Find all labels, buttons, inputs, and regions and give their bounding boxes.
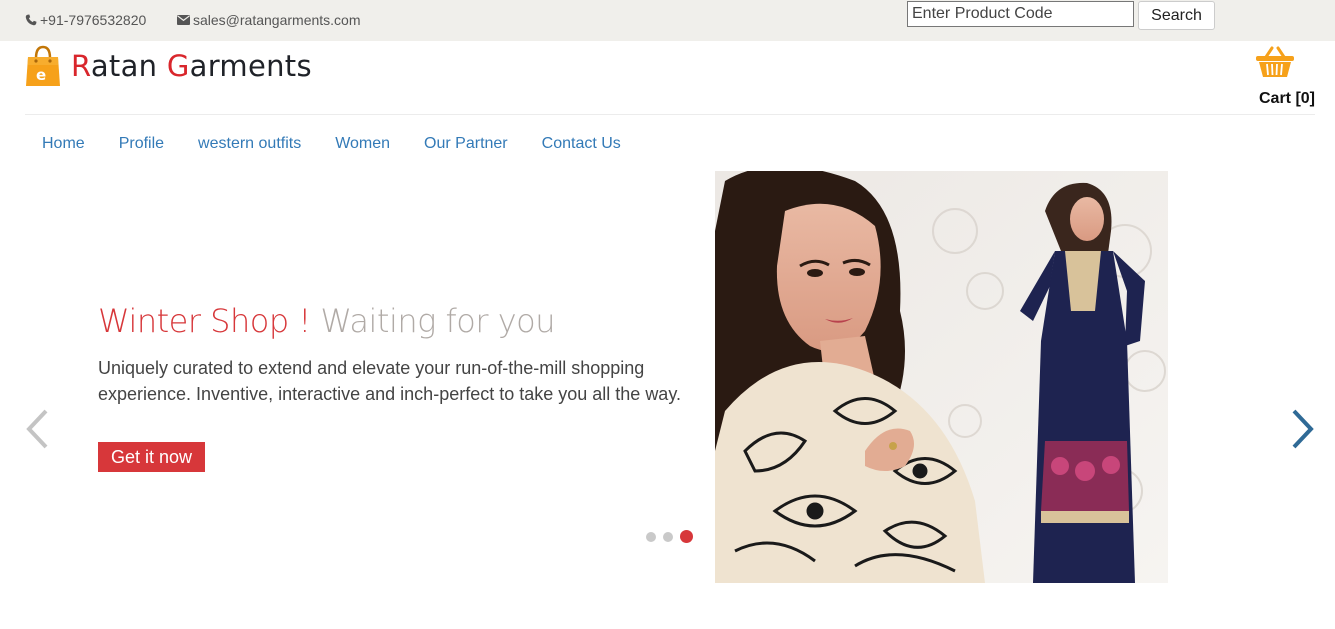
nav-western-outfits[interactable]: western outfits <box>181 134 318 154</box>
nav-home[interactable]: Home <box>25 134 102 154</box>
site-logo[interactable]: e Ratan Garments <box>24 44 312 88</box>
email-contact: sales@ratangarments.com <box>177 12 361 28</box>
slide-indicator[interactable] <box>663 531 673 542</box>
email-address[interactable]: sales@ratangarments.com <box>193 12 361 28</box>
chevron-left-icon[interactable] <box>24 408 52 450</box>
nav-contact-us[interactable]: Contact Us <box>525 134 638 154</box>
top-bar: +91-7976532820 sales@ratangarments.com S… <box>0 0 1335 41</box>
slider-indicators <box>646 530 693 543</box>
slide-indicator-active[interactable] <box>680 530 693 543</box>
svg-text:e: e <box>36 66 46 84</box>
search-button[interactable]: Search <box>1138 1 1215 30</box>
header-divider <box>25 114 1315 115</box>
nav-profile[interactable]: Profile <box>102 134 181 154</box>
cart-label: Cart [0] <box>1259 90 1316 107</box>
brand-name: Ratan Garments <box>71 49 312 83</box>
phone-icon <box>25 14 37 26</box>
envelope-icon <box>177 15 190 25</box>
phone-number: +91-7976532820 <box>40 12 147 28</box>
get-it-now-button[interactable]: Get it now <box>98 442 205 472</box>
chevron-right-icon[interactable] <box>1288 408 1316 450</box>
slide-indicator[interactable] <box>646 531 656 542</box>
nav-women[interactable]: Women <box>318 134 407 154</box>
product-code-input[interactable] <box>907 1 1134 27</box>
cart-link[interactable]: Cart [0] <box>1255 46 1319 108</box>
nav-our-partner[interactable]: Our Partner <box>407 134 525 154</box>
hero-title: Winter Shop ! Waiting for you <box>98 302 555 340</box>
hero-image <box>715 171 1168 583</box>
basket-icon <box>1256 46 1294 77</box>
hero-description: Uniquely curated to extend and elevate y… <box>98 358 681 404</box>
main-nav: Home Profile western outfits Women Our P… <box>25 134 638 154</box>
shopping-bag-icon: e <box>26 45 60 86</box>
phone-contact: +91-7976532820 <box>25 12 146 28</box>
